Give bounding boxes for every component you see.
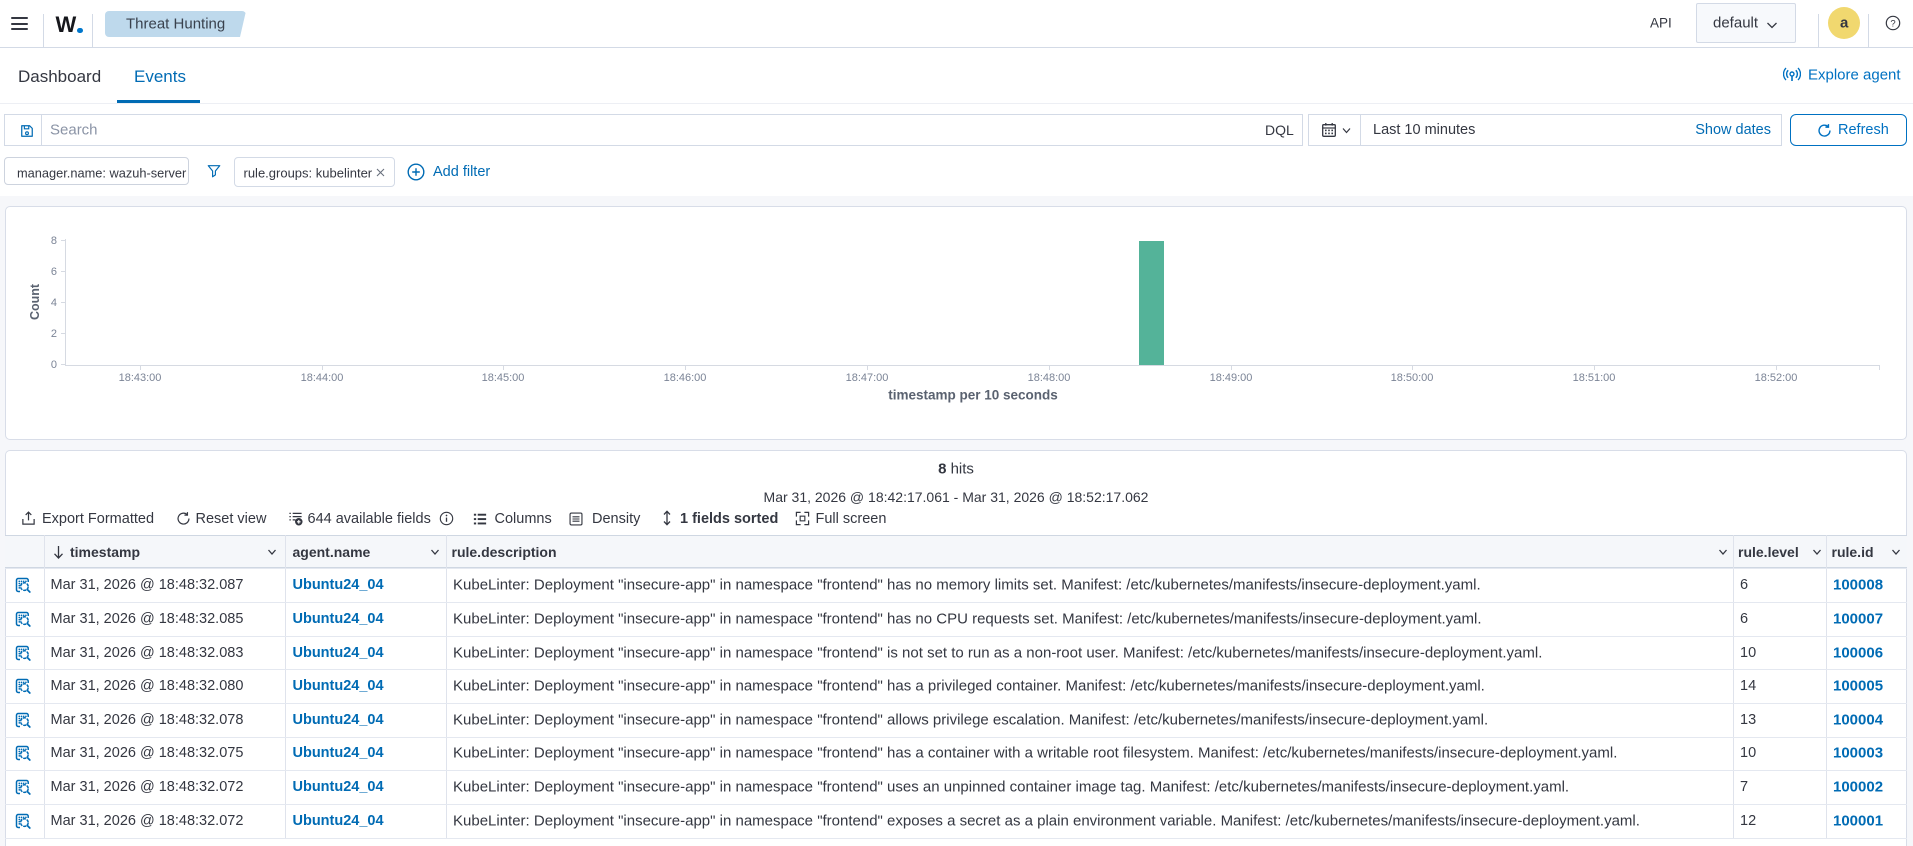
svg-text:?: ? — [1890, 18, 1895, 29]
